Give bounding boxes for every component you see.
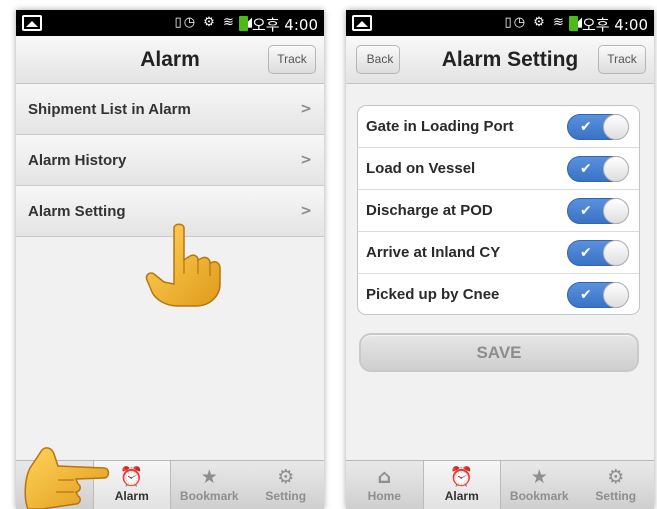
toggle-knob (603, 114, 629, 140)
tab-setting[interactable]: ⚙ Setting (248, 461, 325, 509)
battery-icon (239, 16, 248, 31)
toggle-knob (603, 282, 629, 308)
gate-in-toggle[interactable]: ✔ (567, 114, 629, 140)
tab-alarm[interactable]: ⏰ Alarm (422, 461, 501, 509)
save-button[interactable]: SAVE (359, 333, 639, 372)
status-time: 오후 4:00 (251, 16, 318, 34)
status-bar: ▯◷ ⚙ ≋ ◢ 오후 4:00 (16, 10, 324, 36)
track-button[interactable]: Track (268, 45, 316, 74)
setting-label: Load on Vessel (366, 160, 476, 177)
tab-bookmark[interactable]: ★ Bookmark (501, 461, 578, 509)
star-icon: ★ (530, 466, 548, 488)
tab-label: Bookmark (509, 489, 569, 503)
gear-icon: ⚙ (277, 466, 295, 488)
pointing-hand-right-icon (24, 447, 110, 509)
gear-icon: ⚙ (607, 466, 625, 488)
header-bar: Alarm Track (16, 36, 324, 84)
tab-home[interactable]: ⌂ Home (346, 461, 423, 509)
chevron-right-icon: > (300, 203, 312, 219)
home-icon: ⌂ (377, 466, 392, 488)
setting-row-load-on-vessel: Load on Vessel ✔ (358, 148, 639, 190)
tab-label: Setting (265, 489, 307, 503)
menu-item-label: Alarm History (28, 152, 127, 169)
check-icon: ✔ (580, 203, 592, 219)
menu-item-label: Shipment List in Alarm (28, 101, 191, 118)
toggle-knob (603, 240, 629, 266)
toggle-knob (603, 156, 629, 182)
alarm-menu: Shipment List in Alarm > Alarm History >… (16, 84, 324, 237)
check-icon: ✔ (580, 161, 592, 177)
load-on-vessel-toggle[interactable]: ✔ (567, 156, 629, 182)
setting-label: Picked up by Cnee (366, 286, 500, 303)
setting-label: Arrive at Inland CY (366, 244, 501, 261)
check-icon: ✔ (580, 245, 592, 261)
setting-row-arrive-inland: Arrive at Inland CY ✔ (358, 232, 639, 274)
tab-setting[interactable]: ⚙ Setting (578, 461, 655, 509)
tab-label: Alarm (444, 489, 479, 503)
pointing-hand-up-icon (145, 223, 221, 307)
alarm-setting-screen: ▯◷ ⚙ ≋ ◢ 오후 4:00 Back Alarm Setting Trac… (346, 10, 654, 509)
setting-row-gate-in: Gate in Loading Port ✔ (358, 106, 639, 148)
alarm-clock-icon: ⏰ (449, 466, 474, 488)
chevron-right-icon: > (300, 152, 312, 168)
tab-label: Setting (595, 489, 637, 503)
toggle-knob (603, 198, 629, 224)
chevron-right-icon: > (300, 101, 312, 117)
menu-item-shipment-list[interactable]: Shipment List in Alarm > (16, 84, 324, 135)
setting-label: Discharge at POD (366, 202, 493, 219)
discharge-toggle[interactable]: ✔ (567, 198, 629, 224)
status-bar: ▯◷ ⚙ ≋ ◢ 오후 4:00 (346, 10, 654, 36)
gallery-notification-icon (22, 15, 42, 31)
header-bar: Back Alarm Setting Track (346, 36, 654, 84)
menu-item-label: Alarm Setting (28, 203, 126, 220)
tab-bar: ⌂ Home ⏰ Alarm ★ Bookmark ⚙ Setting (346, 460, 654, 509)
check-icon: ✔ (580, 119, 592, 135)
battery-icon (569, 16, 578, 31)
picked-up-toggle[interactable]: ✔ (567, 282, 629, 308)
tab-label: Bookmark (179, 489, 239, 503)
menu-item-alarm-history[interactable]: Alarm History > (16, 135, 324, 186)
setting-row-discharge: Discharge at POD ✔ (358, 190, 639, 232)
tab-bookmark[interactable]: ★ Bookmark (171, 461, 248, 509)
gallery-notification-icon (352, 15, 372, 31)
alarm-settings-list: Gate in Loading Port ✔ Load on Vessel ✔ … (357, 105, 640, 315)
status-time: 오후 4:00 (581, 16, 648, 34)
check-icon: ✔ (580, 287, 592, 303)
setting-row-picked-up: Picked up by Cnee ✔ (358, 274, 639, 314)
star-icon: ★ (200, 466, 218, 488)
tab-label: Home (367, 489, 401, 503)
track-button[interactable]: Track (598, 45, 646, 74)
setting-label: Gate in Loading Port (366, 118, 514, 135)
arrive-inland-toggle[interactable]: ✔ (567, 240, 629, 266)
